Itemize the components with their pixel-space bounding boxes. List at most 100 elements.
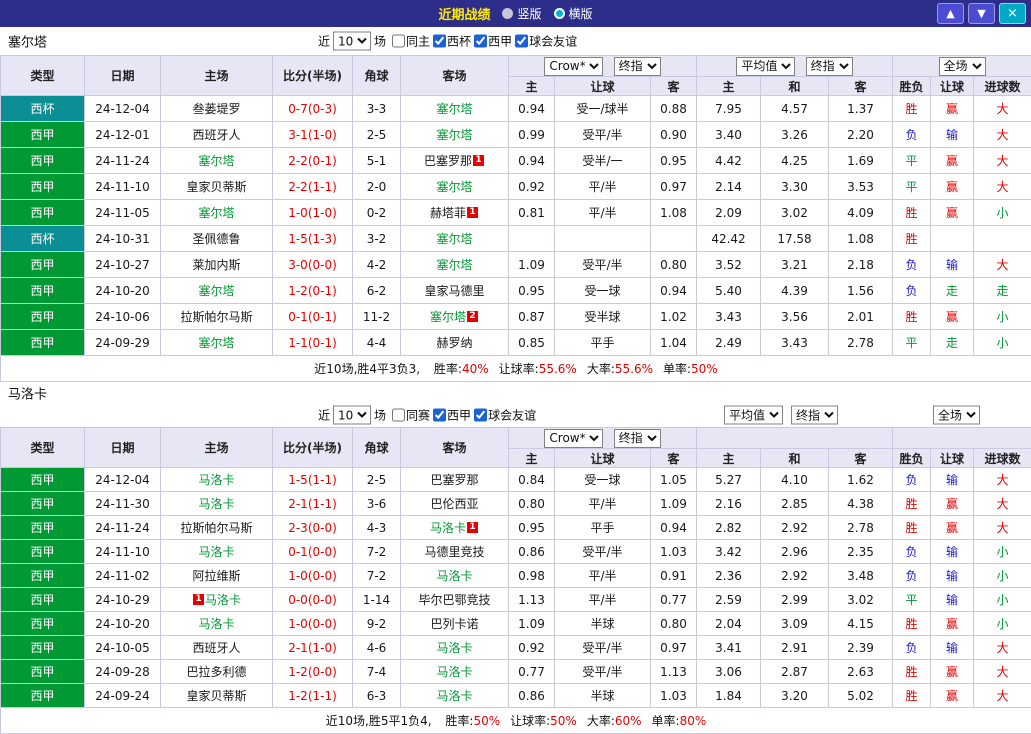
asian-home-odds-cell: 1.09 [508, 251, 555, 278]
asian-odds-time-select[interactable]: 终指 [613, 56, 661, 76]
asian-home-odds-cell: 0.95 [508, 515, 555, 540]
euro-odds-time-select[interactable]: 终指 [805, 56, 853, 76]
header-buttons: ▲ ▼ × [937, 3, 1026, 24]
euro-home-odds-cell: 5.27 [696, 467, 761, 492]
handicap-result-cell: 赢 [930, 95, 974, 122]
euro-draw-odds-cell: 2.92 [760, 563, 829, 588]
section-filter-row: 近 10 场 同赛 西甲 球会友谊 平均值 终指 全场 [0, 403, 1031, 427]
layout-radio-horizontal[interactable]: 横版 [553, 5, 593, 22]
score-cell: 1-2(1-1) [272, 683, 353, 708]
league-cell: 西甲 [0, 199, 85, 226]
col-type: 类型 [0, 55, 85, 96]
filter-checkbox[interactable]: 西甲 [433, 407, 471, 424]
euro-away-odds-cell: 2.78 [828, 329, 893, 356]
home-team-cell: 马洛卡 [160, 611, 273, 636]
league-cell: 西甲 [0, 251, 85, 278]
corner-cell: 9-2 [352, 611, 401, 636]
scroll-up-button[interactable]: ▲ [937, 3, 964, 24]
match-count-select[interactable]: 10 [333, 31, 372, 51]
scroll-down-button[interactable]: ▼ [968, 3, 995, 24]
euro-home-odds-cell: 7.95 [696, 95, 761, 122]
red-card-badge: 1 [467, 207, 478, 218]
filter-checkbox[interactable]: 球会友谊 [515, 33, 577, 50]
checkbox-input[interactable] [433, 408, 447, 422]
goals-result-cell [973, 225, 1031, 252]
goals-result-cell: 大 [973, 659, 1031, 684]
filter-checkbox[interactable]: 同主 [392, 33, 430, 50]
league-filter-checkboxes: 同赛 西甲 球会友谊 [389, 407, 536, 424]
col-handicap: 让球 [554, 76, 651, 96]
date-cell: 24-12-04 [84, 467, 161, 492]
euro-home-odds-cell: 42.42 [696, 225, 761, 252]
euro-away-odds-cell: 1.56 [828, 277, 893, 304]
away-team-cell: 马洛卡 [400, 683, 509, 708]
wdl-result-cell: 胜 [892, 683, 932, 708]
checkbox-input[interactable] [433, 34, 447, 48]
corner-cell: 7-2 [352, 539, 401, 564]
wdl-result-cell: 胜 [892, 491, 932, 516]
euro-odds-type-select[interactable]: 平均值 [724, 405, 783, 425]
asian-odds-selects: Crow* 终指 [508, 55, 697, 77]
handicap-cell [554, 225, 651, 252]
wdl-result-cell: 胜 [892, 515, 932, 540]
asian-home-odds-cell: 0.94 [508, 95, 555, 122]
home-team-cell: 阿拉维斯 [160, 563, 273, 588]
goals-result-cell: 大 [973, 683, 1031, 708]
layout-radio-vertical[interactable]: 竖版 [502, 5, 542, 22]
red-card-badge: 2 [467, 311, 478, 322]
radio-icon[interactable] [502, 8, 514, 19]
wdl-result-cell: 胜 [892, 225, 931, 252]
odds-company-select[interactable]: Crow* [544, 428, 604, 448]
euro-draw-odds-cell: 3.30 [760, 173, 829, 200]
wdl-result-cell: 负 [892, 563, 932, 588]
goals-result-cell: 大 [973, 635, 1031, 660]
col-euro-away: 客 [828, 76, 893, 96]
checkbox-input[interactable] [474, 408, 488, 422]
euro-home-odds-cell: 2.59 [696, 587, 761, 612]
odds-company-select[interactable]: Crow* [544, 56, 604, 76]
league-cell: 西甲 [0, 303, 85, 330]
euro-away-odds-cell: 1.08 [828, 225, 893, 252]
match-row: 西甲 24-12-04 马洛卡 1-5(1-1) 2-5 巴塞罗那 0.84 受一球 1.05 5… [0, 467, 1031, 492]
panel-title: 近期战绩 [438, 8, 491, 23]
checkbox-input[interactable] [474, 34, 488, 48]
league-cell: 西甲 [0, 587, 85, 612]
scope-select[interactable]: 全场 [938, 56, 986, 76]
score-cell: 1-5(1-1) [272, 467, 353, 492]
panel-header: 近期战绩 竖版 横版 ▲ ▼ × [0, 0, 1031, 27]
handicap-result-cell: 赢 [930, 173, 974, 200]
home-team-cell: 叁蒌堤罗 [160, 95, 273, 122]
col-euro-away: 客 [827, 448, 894, 468]
scope-select[interactable]: 全场 [933, 405, 980, 425]
checkbox-input[interactable] [392, 34, 406, 48]
euro-odds-time-select[interactable]: 终指 [791, 405, 838, 425]
checkbox-input[interactable] [392, 408, 406, 422]
euro-odds-type-select[interactable]: 平均值 [736, 56, 796, 76]
close-button[interactable]: × [999, 3, 1026, 24]
home-team-cell: 拉斯帕尔马斯 [160, 303, 273, 330]
asian-away-odds-cell: 0.77 [650, 587, 697, 612]
goals-result-cell: 走 [973, 277, 1031, 304]
asian-home-odds-cell: 0.85 [508, 329, 555, 356]
filter-checkbox[interactable]: 同赛 [392, 407, 430, 424]
euro-away-odds-cell: 3.48 [827, 563, 894, 588]
asian-odds-time-select[interactable]: 终指 [613, 428, 661, 448]
euro-draw-odds-cell: 3.02 [760, 199, 829, 226]
handicap-cell: 平/半 [554, 199, 651, 226]
asian-home-odds-cell: 0.92 [508, 173, 555, 200]
filter-checkbox[interactable]: 西杯 [433, 33, 471, 50]
home-team-cell: 圣佩德鲁 [160, 225, 273, 252]
handicap-cell: 受平/半 [554, 635, 651, 660]
match-row: 西甲 24-10-20 塞尔塔 1-2(0-1) 6-2 皇家马德里 0.95 受一球 0.94… [0, 277, 1031, 304]
match-count-select[interactable]: 10 [333, 405, 372, 425]
asian-away-odds-cell: 0.94 [650, 515, 697, 540]
filter-checkbox[interactable]: 球会友谊 [474, 407, 536, 424]
handicap-result-cell: 输 [930, 587, 975, 612]
near-label: 近 [318, 408, 331, 423]
league-cell: 西甲 [0, 329, 85, 356]
filter-checkbox[interactable]: 西甲 [474, 33, 512, 50]
radio-selected-icon[interactable] [553, 8, 565, 19]
summary-row: 近10场,胜4平3负3, 胜率:40% 让球率:55.6% 大率:55.6% 单率:5… [0, 355, 1031, 382]
checkbox-input[interactable] [515, 34, 529, 48]
away-team-cell: 巴伦西亚 [400, 491, 509, 516]
